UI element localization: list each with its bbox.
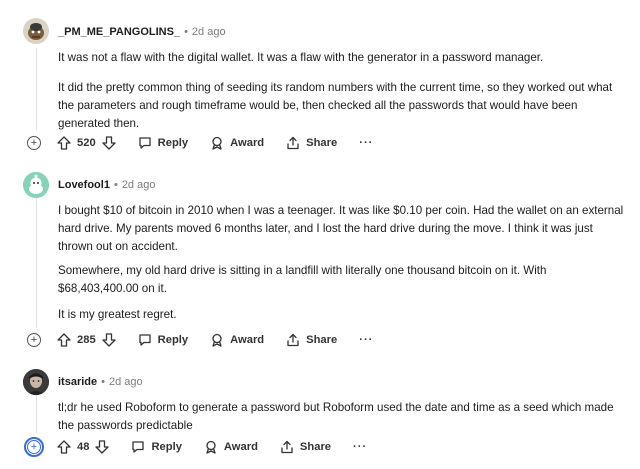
comment-paragraph: It did the pretty common thing of seedin… xyxy=(58,81,613,130)
comment-actions: + 520 Reply Award Share ··· xyxy=(27,133,373,153)
reply-button[interactable]: Reply xyxy=(131,440,182,454)
pangolin-avatar-icon xyxy=(23,18,49,44)
person-photo-avatar-icon xyxy=(23,369,49,395)
award-button[interactable]: Award xyxy=(210,333,264,347)
reply-bubble-icon xyxy=(132,441,145,453)
more-options-button[interactable]: ··· xyxy=(359,334,373,346)
share-upload-icon xyxy=(281,440,293,454)
share-button[interactable]: Share xyxy=(286,333,337,347)
avatar[interactable] xyxy=(23,172,49,198)
comment-paragraph: It was not a flaw with the digital walle… xyxy=(58,51,544,64)
award-ribbon-icon xyxy=(212,333,222,347)
comment-actions: + 48 Reply Award Share ··· xyxy=(24,437,367,457)
more-options-button[interactable]: ··· xyxy=(353,441,367,453)
avatar[interactable] xyxy=(23,369,49,395)
share-upload-icon xyxy=(287,136,299,150)
upvote-arrow-icon[interactable] xyxy=(57,333,71,347)
downvote-arrow-icon[interactable] xyxy=(95,440,110,454)
award-ribbon-icon xyxy=(206,440,216,454)
comment-paragraph: tl;dr he used Roboform to generate a pas… xyxy=(58,401,614,432)
award-button[interactable]: Award xyxy=(204,440,258,454)
username[interactable]: itsaride xyxy=(58,376,97,388)
reply-bubble-icon xyxy=(139,334,151,346)
vote-count: 520 xyxy=(77,137,96,149)
award-button[interactable]: Award xyxy=(210,136,264,150)
comment-actions: + 285 Reply Award Share ··· xyxy=(27,330,373,350)
share-button[interactable]: Share xyxy=(280,440,331,454)
expand-thread-button[interactable]: + xyxy=(27,136,41,150)
upvote-arrow-icon[interactable] xyxy=(57,440,71,454)
separator: • xyxy=(113,179,118,191)
more-options-button[interactable]: ··· xyxy=(359,137,373,149)
expand-thread-button[interactable]: + xyxy=(27,333,41,347)
upvote-arrow-icon[interactable] xyxy=(57,136,71,150)
timestamp[interactable]: 2d ago xyxy=(192,26,226,38)
avatar[interactable] xyxy=(23,18,49,44)
comment-paragraph: It is my greatest regret. xyxy=(58,308,177,321)
share-button[interactable]: Share xyxy=(286,136,337,150)
vote-count: 285 xyxy=(77,334,96,346)
downvote-arrow-icon[interactable] xyxy=(102,333,116,347)
comment-paragraph: I bought $10 of bitcoin in 2010 when I w… xyxy=(58,204,624,253)
timestamp[interactable]: 2d ago xyxy=(109,376,143,388)
downvote-arrow-icon[interactable] xyxy=(102,136,116,150)
expand-thread-button[interactable]: + xyxy=(24,437,44,457)
vote-count: 48 xyxy=(77,441,90,453)
comment-paragraph: Somewhere, my old hard drive is sitting … xyxy=(58,264,547,295)
snoo-avatar-icon xyxy=(23,172,49,198)
share-upload-icon xyxy=(287,333,299,347)
reply-button[interactable]: Reply xyxy=(138,333,188,347)
reply-button[interactable]: Reply xyxy=(138,136,188,150)
timestamp[interactable]: 2d ago xyxy=(122,179,156,191)
username[interactable]: Lovefool1 xyxy=(58,179,110,191)
award-ribbon-icon xyxy=(212,136,222,150)
reply-bubble-icon xyxy=(139,137,151,149)
separator: • xyxy=(184,26,188,38)
separator: • xyxy=(101,376,105,388)
username[interactable]: _PM_ME_PANGOLINS_ xyxy=(58,26,180,38)
